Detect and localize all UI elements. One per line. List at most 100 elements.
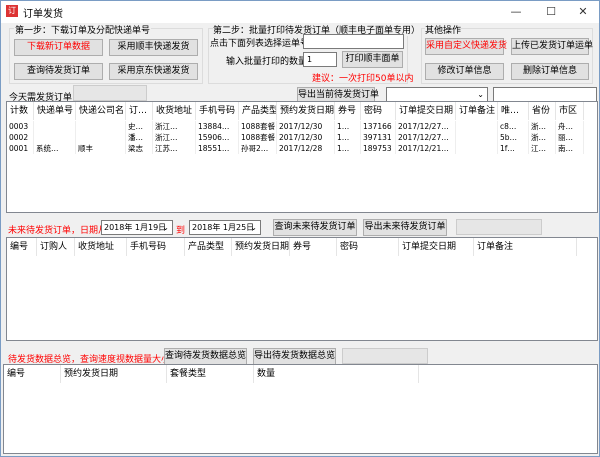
column-header[interactable]: 券号 bbox=[335, 102, 361, 120]
table-row[interactable]: 0003史…浙江…13884…1088套餐2017/12/301…1371662… bbox=[7, 121, 584, 132]
minimize-button[interactable]: — bbox=[501, 3, 531, 21]
table-cell bbox=[76, 121, 126, 132]
title-bar: 订 订单发货 — ☐ ✕ bbox=[1, 1, 599, 23]
jd-express-button[interactable]: 采用京东快递发货 bbox=[109, 63, 198, 80]
table-cell: 5b… bbox=[498, 132, 529, 143]
sf-express-button[interactable]: 采用顺丰快递发货 bbox=[109, 39, 198, 56]
column-header[interactable]: 套餐类型 bbox=[167, 365, 254, 383]
column-header[interactable]: 订单提交日期 bbox=[396, 102, 456, 120]
query-pending-button[interactable]: 查询待发货订单 bbox=[14, 63, 103, 80]
table-cell: 2017/12/30 bbox=[277, 132, 335, 143]
download-orders-button[interactable]: 下载新订单数据 bbox=[14, 39, 103, 56]
edit-order-button[interactable]: 修改订单信息 bbox=[425, 63, 504, 80]
table-cell: 舟… bbox=[556, 121, 584, 132]
export-future-button[interactable]: 导出未来待发货订单 bbox=[363, 219, 447, 236]
future-count-box bbox=[456, 219, 542, 235]
table-cell: 18551… bbox=[196, 143, 239, 154]
upload-waybill-button[interactable]: 上传已发货订单运单 bbox=[511, 38, 589, 55]
date-to-label: 到 bbox=[176, 223, 185, 236]
table-cell: 1f… bbox=[498, 143, 529, 154]
table-cell: 1088套餐 bbox=[239, 132, 277, 143]
export-summary-button[interactable]: 导出待发货数据总览 bbox=[253, 348, 336, 365]
column-header[interactable]: 数量 bbox=[254, 365, 419, 383]
column-header[interactable]: 快递公司名 bbox=[76, 102, 126, 120]
column-header[interactable]: 券号 bbox=[290, 238, 337, 256]
table-cell bbox=[456, 132, 498, 143]
table-cell: 2017/12/30 bbox=[277, 121, 335, 132]
column-header[interactable]: 订… bbox=[126, 102, 153, 120]
table-cell: 浙江… bbox=[153, 121, 196, 132]
column-header[interactable]: 预约发货日期 bbox=[232, 238, 290, 256]
batch-qty-input[interactable]: 1 bbox=[303, 52, 337, 67]
column-header[interactable]: 订单备注 bbox=[456, 102, 498, 120]
date-to-value: 2018年 1月25日 bbox=[192, 223, 254, 232]
table-cell: 1… bbox=[335, 143, 361, 154]
other-label: 其他操作 bbox=[425, 23, 461, 36]
table-cell: 15906… bbox=[196, 132, 239, 143]
column-header[interactable]: 产品类型 bbox=[239, 102, 277, 120]
column-header[interactable]: 手机号码 bbox=[196, 102, 239, 120]
table-row[interactable]: 0002潘…浙江…15906…1088套餐2017/12/301…3971312… bbox=[7, 132, 584, 143]
table-cell bbox=[456, 121, 498, 132]
table-cell: 137166 bbox=[361, 121, 396, 132]
table-cell bbox=[456, 143, 498, 154]
column-header[interactable]: 产品类型 bbox=[185, 238, 232, 256]
table-cell: 13884… bbox=[196, 121, 239, 132]
column-header[interactable]: 订单备注 bbox=[474, 238, 577, 256]
column-header[interactable]: 编号 bbox=[4, 365, 61, 383]
table-cell: 0002 bbox=[7, 132, 34, 143]
table-cell: 史… bbox=[126, 121, 153, 132]
column-header[interactable]: 收货地址 bbox=[153, 102, 196, 120]
table-cell: 2017/12/21… bbox=[396, 143, 456, 154]
close-button[interactable]: ✕ bbox=[568, 3, 598, 21]
print-sf-label-button[interactable]: 打印顺丰面单 bbox=[342, 51, 403, 68]
column-header[interactable]: 密码 bbox=[337, 238, 399, 256]
app-icon: 订 bbox=[6, 5, 18, 17]
column-header[interactable]: 手机号码 bbox=[127, 238, 185, 256]
column-header[interactable]: 预约发货日期 bbox=[61, 365, 167, 383]
table-cell: 丽… bbox=[556, 132, 584, 143]
query-future-button[interactable]: 查询未来待发货订单 bbox=[273, 219, 357, 236]
table-cell: 1… bbox=[335, 121, 361, 132]
query-summary-button[interactable]: 查询待发货数据总览 bbox=[164, 348, 247, 365]
table-cell: 0001 bbox=[7, 143, 34, 154]
table-cell: 189753 bbox=[361, 143, 396, 154]
date-to-picker[interactable]: 2018年 1月25日⌄ bbox=[189, 220, 261, 235]
table-cell: 1… bbox=[335, 132, 361, 143]
table-row[interactable]: 0001系统…顺丰梁志江苏…18551…孙哥2…2017/12/281…1897… bbox=[7, 143, 584, 154]
table-cell: 1088套餐 bbox=[239, 121, 277, 132]
table-cell: 南… bbox=[556, 143, 584, 154]
column-header[interactable]: 快递单号 bbox=[34, 102, 76, 120]
filter-dropdown[interactable]: ⌄ bbox=[386, 87, 488, 102]
batch-qty-label: 输入批量打印的数量 bbox=[226, 54, 307, 67]
column-header[interactable]: 收货地址 bbox=[75, 238, 127, 256]
chevron-down-icon: ⌄ bbox=[162, 221, 169, 234]
future-orders-table[interactable]: 编号订购人收货地址手机号码产品类型预约发货日期券号密码订单提交日期订单备注 bbox=[6, 237, 598, 341]
table-cell: 2017/12/27… bbox=[396, 132, 456, 143]
date-from-picker[interactable]: 2018年 1月19日⌄ bbox=[101, 220, 173, 235]
table-cell: 系统… bbox=[34, 143, 76, 154]
column-header[interactable]: 订购人 bbox=[37, 238, 75, 256]
today-orders-table[interactable]: 计数快递单号快递公司名订…收货地址手机号码产品类型预约发货日期券号密码订单提交日… bbox=[6, 101, 598, 213]
column-header[interactable]: 唯… bbox=[498, 102, 529, 120]
delete-order-button[interactable]: 删除订单信息 bbox=[511, 63, 589, 80]
column-header[interactable]: 密码 bbox=[361, 102, 396, 120]
column-header[interactable]: 市区 bbox=[556, 102, 584, 120]
table-cell: 江… bbox=[529, 143, 556, 154]
summary-table[interactable]: 编号预约发货日期套餐类型数量 bbox=[3, 364, 598, 454]
column-header[interactable]: 订单提交日期 bbox=[399, 238, 474, 256]
column-header[interactable]: 计数 bbox=[7, 102, 34, 120]
waybill-input[interactable] bbox=[303, 34, 404, 49]
search-input[interactable] bbox=[493, 87, 597, 102]
table-cell: 浙江… bbox=[153, 132, 196, 143]
table-cell bbox=[34, 132, 76, 143]
table-cell: 江苏… bbox=[153, 143, 196, 154]
column-header[interactable]: 编号 bbox=[7, 238, 37, 256]
column-header[interactable]: 省份 bbox=[529, 102, 556, 120]
custom-express-button[interactable]: 采用自定义快递发货 bbox=[425, 38, 504, 55]
table-cell: 2017/12/27… bbox=[396, 121, 456, 132]
summary-count-box bbox=[342, 348, 428, 364]
maximize-button[interactable]: ☐ bbox=[536, 3, 566, 21]
table-cell: 潘… bbox=[126, 132, 153, 143]
column-header[interactable]: 预约发货日期 bbox=[277, 102, 335, 120]
